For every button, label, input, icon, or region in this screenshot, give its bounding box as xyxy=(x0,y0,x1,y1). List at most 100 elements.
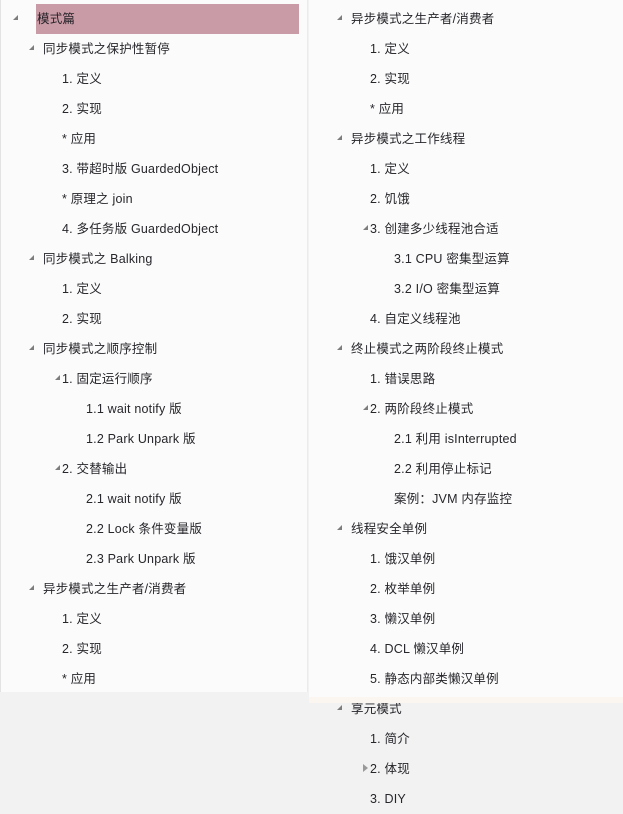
outline-item[interactable]: * 应用 xyxy=(309,94,623,124)
outline-item[interactable]: 2. 饥饿 xyxy=(309,184,623,214)
outline-item-label: 1. 定义 xyxy=(370,42,410,56)
outline-item-label: 2. 体现 xyxy=(370,762,410,776)
outline-item-label: * 应用 xyxy=(370,102,405,116)
outline-item[interactable]: 异步模式之工作线程 xyxy=(309,124,623,154)
outline-item[interactable]: 3. 创建多少线程池合适 xyxy=(309,214,623,244)
outline-item-label: 3. DIY xyxy=(370,792,406,806)
outline-item[interactable]: 1. 定义 xyxy=(309,154,623,184)
outline-item[interactable]: 2. 实现 xyxy=(309,64,623,94)
outline-item[interactable]: 2. 实现 xyxy=(1,634,307,664)
outline-item-label: 同步模式之保护性暂停 xyxy=(43,42,171,56)
outline-item[interactable]: 1. 错误思路 xyxy=(309,364,623,394)
outline-item[interactable]: 2.1 wait notify 版 xyxy=(1,484,307,514)
outline-item-label: 异步模式之生产者/消费者 xyxy=(43,582,187,596)
outline-item-label: 1. 定义 xyxy=(370,162,410,176)
outline-item[interactable]: 终止模式之两阶段终止模式 xyxy=(309,334,623,364)
outline-item[interactable]: 2.2 利用停止标记 xyxy=(309,454,623,484)
triangle-down-icon[interactable] xyxy=(334,4,344,34)
outline-item-label: 3. 带超时版 GuardedObject xyxy=(62,162,219,176)
triangle-down-icon[interactable] xyxy=(10,4,20,34)
outline-item[interactable]: 3. 懒汉单例 xyxy=(309,604,623,634)
outline-item-label: 3.1 CPU 密集型运算 xyxy=(394,252,510,266)
outline-item-label: 4. DCL 懒汉单例 xyxy=(370,642,465,656)
outline-item-label: 5. 静态内部类懒汉单例 xyxy=(370,672,499,686)
outline-item[interactable]: 异步模式之生产者/消费者 xyxy=(309,4,623,34)
triangle-down-icon[interactable] xyxy=(26,574,36,604)
outline-item-label: 3.2 I/O 密集型运算 xyxy=(394,282,501,296)
outline-item[interactable]: 案例：JVM 内存监控 xyxy=(309,484,623,514)
outline-item[interactable]: 1. 饿汉单例 xyxy=(309,544,623,574)
outline-item-label: 1.2 Park Unpark 版 xyxy=(86,432,196,446)
triangle-down-icon[interactable] xyxy=(334,514,344,544)
outline-item[interactable]: 3.1 CPU 密集型运算 xyxy=(309,244,623,274)
outline-item[interactable]: 1. 简介 xyxy=(309,724,623,754)
outline-item-label: 2. 交替输出 xyxy=(62,462,128,476)
outline-item-label: * 应用 xyxy=(62,132,97,146)
document-outline: 模式篇同步模式之保护性暂停 1. 定义 2. 实现 * 应用 3. 带超时版 Guard… xyxy=(0,0,623,806)
outline-item[interactable]: * 应用 xyxy=(1,664,307,694)
outline-item-label: 2.1 wait notify 版 xyxy=(86,492,182,506)
outline-item[interactable]: 2. 枚举单例 xyxy=(309,574,623,604)
outline-item[interactable]: 1. 固定运行顺序 xyxy=(1,364,307,394)
outline-item-label: * 原理之 join xyxy=(62,192,133,206)
outline-item-label: 2. 实现 xyxy=(62,642,102,656)
outline-item[interactable]: 线程安全单例 xyxy=(309,514,623,544)
outline-item[interactable]: 2.3 Park Unpark 版 xyxy=(1,544,307,574)
outline-item-label: * 应用 xyxy=(62,672,97,686)
outline-item[interactable]: 同步模式之顺序控制 xyxy=(1,334,307,364)
outline-item[interactable]: 模式篇 xyxy=(1,4,307,34)
outline-item-label: 2.2 利用停止标记 xyxy=(394,462,492,476)
outline-item[interactable]: 同步模式之保护性暂停 xyxy=(1,34,307,64)
outline-item[interactable]: 3. DIY xyxy=(309,784,623,814)
outline-item-label: 3. 创建多少线程池合适 xyxy=(370,222,499,236)
outline-item-label: 2.3 Park Unpark 版 xyxy=(86,552,196,566)
outline-item-label: 1. 定义 xyxy=(62,282,102,296)
outline-item[interactable]: 3.2 I/O 密集型运算 xyxy=(309,274,623,304)
outline-item[interactable]: 1. 定义 xyxy=(1,604,307,634)
outline-item-label: 同步模式之 Balking xyxy=(43,252,153,266)
outline-item-label: 2. 枚举单例 xyxy=(370,582,436,596)
outline-item[interactable]: * 原理之 join xyxy=(1,184,307,214)
outline-column-left: 模式篇同步模式之保护性暂停 1. 定义 2. 实现 * 应用 3. 带超时版 Guard… xyxy=(0,0,308,692)
outline-item[interactable]: 同步模式之 Balking xyxy=(1,244,307,274)
outline-item-label: 1.1 wait notify 版 xyxy=(86,402,182,416)
outline-item[interactable]: 4. DCL 懒汉单例 xyxy=(309,634,623,664)
outline-item[interactable]: 1. 定义 xyxy=(309,34,623,64)
outline-item-label: 1. 错误思路 xyxy=(370,372,436,386)
outline-item-label: 2. 两阶段终止模式 xyxy=(370,402,474,416)
outline-item[interactable]: 2. 体现 xyxy=(309,754,623,784)
outline-item-label: 4. 多任务版 GuardedObject xyxy=(62,222,219,236)
outline-item-label: 异步模式之生产者/消费者 xyxy=(351,12,495,26)
outline-item[interactable]: 3. 带超时版 GuardedObject xyxy=(1,154,307,184)
outline-item[interactable]: 1. 定义 xyxy=(1,274,307,304)
triangle-down-icon[interactable] xyxy=(26,334,36,364)
outline-item[interactable]: 4. 多任务版 GuardedObject xyxy=(1,214,307,244)
outline-column-right: 异步模式之生产者/消费者 1. 定义 2. 实现 * 应用异步模式之工作线程 1. 定义… xyxy=(309,0,623,806)
outline-item-label: 终止模式之两阶段终止模式 xyxy=(351,342,504,356)
outline-item[interactable]: 2. 交替输出 xyxy=(1,454,307,484)
outline-item[interactable]: 2.2 Lock 条件变量版 xyxy=(1,514,307,544)
outline-item[interactable]: 2. 实现 xyxy=(1,94,307,124)
outline-item[interactable]: 2. 两阶段终止模式 xyxy=(309,394,623,424)
outline-item-label: 2. 饥饿 xyxy=(370,192,410,206)
outline-item[interactable]: 4. 自定义线程池 xyxy=(309,304,623,334)
triangle-down-icon[interactable] xyxy=(334,124,344,154)
outline-item[interactable]: 1. 定义 xyxy=(1,64,307,94)
triangle-down-icon[interactable] xyxy=(26,34,36,64)
outline-item-label: 2. 实现 xyxy=(370,72,410,86)
outline-item[interactable]: 5. 静态内部类懒汉单例 xyxy=(309,664,623,694)
outline-item-label: 2. 实现 xyxy=(62,102,102,116)
outline-item[interactable]: * 应用 xyxy=(1,124,307,154)
outline-item-label: 1. 定义 xyxy=(62,72,102,86)
triangle-down-icon[interactable] xyxy=(26,244,36,274)
outline-item-label: 2.2 Lock 条件变量版 xyxy=(86,522,203,536)
outline-item[interactable]: 异步模式之生产者/消费者 xyxy=(1,574,307,604)
outline-item[interactable]: 2. 实现 xyxy=(1,304,307,334)
outline-item[interactable]: 1.2 Park Unpark 版 xyxy=(1,424,307,454)
outline-item-label: 3. 懒汉单例 xyxy=(370,612,436,626)
outline-item[interactable]: 1.1 wait notify 版 xyxy=(1,394,307,424)
triangle-down-icon[interactable] xyxy=(334,334,344,364)
outline-item-label: 同步模式之顺序控制 xyxy=(43,342,158,356)
outline-item-label: 异步模式之工作线程 xyxy=(351,132,466,146)
outline-item[interactable]: 2.1 利用 isInterrupted xyxy=(309,424,623,454)
